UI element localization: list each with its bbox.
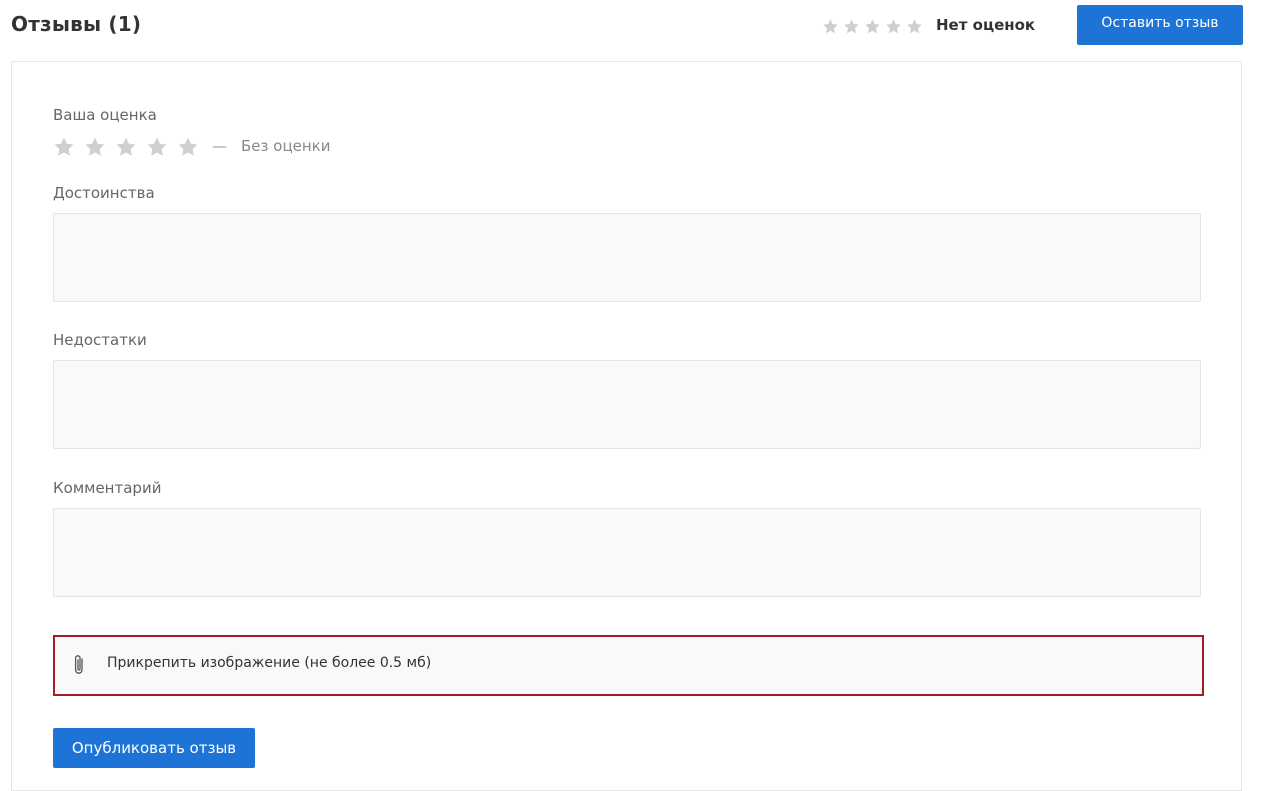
attach-image-label: Прикрепить изображение (не более 0.5 мб) bbox=[107, 655, 432, 671]
leave-review-button[interactable]: Оставить отзыв bbox=[1077, 5, 1243, 45]
star-icon[interactable] bbox=[177, 136, 199, 158]
star-icon bbox=[823, 19, 838, 34]
rating-dash: — bbox=[212, 137, 227, 155]
rating-value-text: Без оценки bbox=[241, 137, 331, 155]
star-icon bbox=[844, 19, 859, 34]
paperclip-icon bbox=[74, 655, 83, 674]
star-icon[interactable] bbox=[115, 136, 137, 158]
cons-textarea[interactable] bbox=[53, 360, 1201, 449]
summary-rating-stars bbox=[822, 18, 923, 35]
reviews-header: Отзывы (1) Нет оценок Оставить отзыв bbox=[0, 0, 1262, 56]
star-icon[interactable] bbox=[53, 136, 75, 158]
comment-label: Комментарий bbox=[53, 479, 162, 497]
rating-label: Ваша оценка bbox=[53, 106, 157, 124]
page-title: Отзывы (1) bbox=[11, 12, 142, 36]
star-icon bbox=[865, 19, 880, 34]
pros-textarea[interactable] bbox=[53, 213, 1201, 302]
pros-label: Достоинства bbox=[53, 184, 155, 202]
attach-image-button[interactable]: Прикрепить изображение (не более 0.5 мб) bbox=[53, 635, 1204, 696]
star-icon[interactable] bbox=[146, 136, 168, 158]
cons-label: Недостатки bbox=[53, 331, 147, 349]
star-icon bbox=[907, 19, 922, 34]
star-icon[interactable] bbox=[84, 136, 106, 158]
comment-textarea[interactable] bbox=[53, 508, 1201, 597]
star-icon bbox=[886, 19, 901, 34]
summary-rating-text: Нет оценок bbox=[936, 16, 1036, 34]
rating-stars-input[interactable] bbox=[53, 136, 199, 158]
publish-review-button[interactable]: Опубликовать отзыв bbox=[53, 728, 255, 768]
